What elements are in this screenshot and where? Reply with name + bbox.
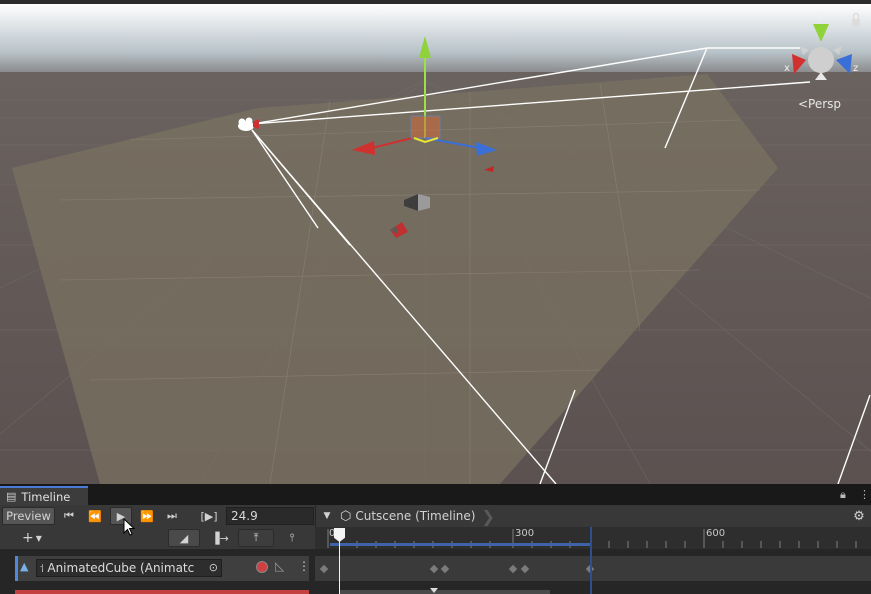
object-picker-icon[interactable]: ⊙ — [209, 561, 218, 574]
breadcrumb-arrow-icon: ❯ — [481, 506, 495, 526]
gear-icon[interactable]: ⚙ — [850, 507, 868, 525]
go-to-end-icon[interactable]: ⏭ — [163, 507, 181, 525]
track-color-strip — [15, 590, 309, 594]
scene-view[interactable]: y x z <Persp — [0, 0, 871, 484]
next-frame-icon[interactable]: ⏩ — [138, 507, 156, 525]
timeline-end-marker[interactable] — [590, 527, 592, 594]
pin-icon[interactable]: ⫯ — [282, 529, 302, 547]
more-icon[interactable]: ⋮ — [859, 488, 870, 501]
tab-timeline[interactable]: ▤ Timeline — [0, 486, 88, 505]
record-button[interactable] — [256, 561, 268, 573]
animation-track-icon: ▲ — [20, 560, 29, 573]
timeline-tab-bar: ▤ Timeline 🔒︎ ⋮ — [0, 484, 871, 505]
preview-button[interactable]: Preview — [2, 507, 55, 525]
film-icon: ▤ — [6, 490, 17, 503]
perspective-toggle[interactable]: <Persp — [798, 97, 841, 111]
clip-strip — [340, 590, 550, 594]
transform-icon: ⸶ — [40, 564, 45, 575]
timeline-window: ▤ Timeline 🔒︎ ⋮ Preview ⏮ ⏪ ▶ ⏩ ⏭ [▶] 24… — [0, 484, 871, 594]
play-range-icon[interactable]: [▶] — [199, 507, 219, 525]
axis-x-label: x — [784, 63, 790, 74]
clip-marker — [430, 588, 438, 593]
breadcrumb-label: Cutscene (Timeline) — [355, 509, 476, 523]
frame-input[interactable]: 24.9 — [226, 507, 314, 525]
cube-icon: ⬡ — [340, 508, 352, 524]
track-header[interactable]: ▲ ⸶ AnimatedCube (Animatc ⊙ ◺ ⋮ — [15, 556, 310, 581]
ruler-label: 600 — [706, 528, 726, 539]
mouse-cursor-icon — [123, 518, 135, 536]
ruler-label: 300 — [515, 528, 535, 539]
keyframe-range-bar — [330, 543, 591, 546]
add-track-button[interactable]: + ▼ — [16, 529, 48, 547]
previous-frame-icon[interactable]: ⏪ — [86, 507, 104, 525]
lock-icon[interactable]: 🔒︎ — [840, 488, 846, 502]
breadcrumb[interactable]: ⬡ Cutscene (Timeline) ❯ — [340, 506, 495, 526]
snap-icon[interactable]: ⤒ — [238, 529, 274, 547]
axis-z-label: z — [853, 63, 859, 74]
clip-edit-mode-icon[interactable]: ◢ — [168, 529, 200, 547]
track-name: AnimatedCube (Animatc — [47, 561, 195, 575]
track-binding-field[interactable]: ⸶ AnimatedCube (Animatc ⊙ — [36, 559, 222, 577]
ripple-mode-icon[interactable]: ▐→ — [208, 529, 232, 547]
curves-icon[interactable]: ◺ — [275, 559, 284, 573]
track-menu-icon[interactable]: ⋮ — [298, 559, 310, 573]
divider — [315, 505, 316, 527]
playhead-line[interactable] — [339, 538, 340, 594]
scene-canvas[interactable] — [0, 0, 871, 484]
axis-y-label: y — [817, 10, 823, 21]
go-to-start-icon[interactable]: ⏮ — [60, 507, 78, 525]
dropdown-arrow-icon[interactable]: ▼ — [318, 507, 336, 525]
tab-timeline-label: Timeline — [21, 489, 71, 504]
